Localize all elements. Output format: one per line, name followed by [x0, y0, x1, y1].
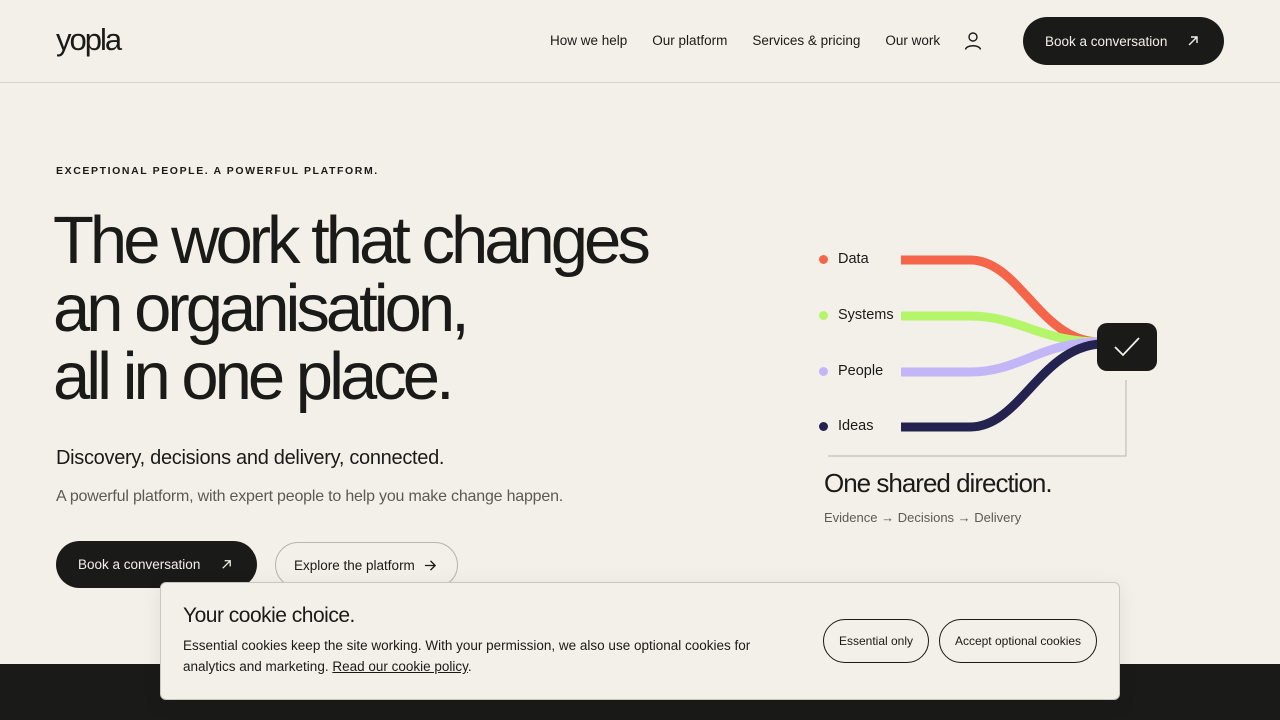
main-nav: How we help Our platform Services & pric…: [550, 33, 965, 48]
hero-lede: A powerful platform, with expert people …: [56, 488, 564, 505]
user-icon[interactable]: [963, 31, 983, 51]
nav-our-work[interactable]: Our work: [885, 33, 940, 48]
cookie-banner: Your cookie choice. Essential cookies ke…: [160, 582, 1120, 700]
legend-label: Ideas: [838, 418, 874, 434]
book-conversation-label: Book a conversation: [1045, 33, 1168, 49]
cookie-policy-link[interactable]: Read our cookie policy: [332, 659, 468, 674]
check-badge: [1097, 323, 1157, 371]
logo[interactable]: yopla: [56, 22, 122, 58]
headline-line-2: an organisation,: [53, 271, 470, 346]
diagram-title: One shared direction.: [824, 468, 1053, 498]
nav-our-platform[interactable]: Our platform: [652, 33, 727, 48]
legend-label: People: [838, 363, 884, 379]
site-header: yopla How we help Our platform Services …: [0, 0, 1280, 83]
arrow-up-right-icon: [1188, 36, 1198, 46]
convergence-diagram: Data Systems People Ideas: [800, 230, 1200, 470]
book-conversation-button[interactable]: Book a conversation: [1023, 17, 1224, 65]
legend-dot: [819, 254, 828, 264]
headline-line-3: all in one place.: [53, 339, 455, 414]
nav-services-pricing[interactable]: Services & pricing: [752, 33, 860, 48]
hero-book-conversation-button[interactable]: Book a conversation: [56, 541, 257, 588]
headline-line-1: The work that changes: [53, 203, 651, 278]
flow-line-systems: [901, 311, 1101, 347]
hero-subhead: Discovery, decisions and delivery, conne…: [56, 447, 445, 469]
arrow-right-icon: [424, 560, 437, 571]
arrow-up-right-icon: [222, 560, 231, 569]
cookie-title: Your cookie choice.: [183, 604, 355, 627]
legend-dot: [819, 421, 828, 431]
hero-eyebrow: EXCEPTIONAL PEOPLE. A POWERFUL PLATFORM.: [56, 165, 379, 177]
legend-item-people: People: [819, 363, 883, 379]
cookie-text-end: .: [467, 659, 472, 674]
essential-only-button[interactable]: Essential only: [823, 619, 929, 663]
flow-line-data: [901, 255, 1101, 347]
diagram-subtitle: Evidence → Decisions → Delivery: [824, 510, 1022, 525]
nav-how-we-help[interactable]: How we help: [550, 33, 627, 48]
legend-label: Data: [838, 251, 869, 267]
legend-dot: [819, 310, 828, 320]
hero-book-conversation-label: Book a conversation: [78, 557, 201, 572]
cookie-text: Essential cookies keep the site working.…: [183, 635, 803, 677]
legend-item-ideas: Ideas: [819, 418, 873, 434]
accept-optional-cookies-button[interactable]: Accept optional cookies: [939, 619, 1097, 663]
legend-label: Systems: [838, 307, 894, 323]
explore-platform-label: Explore the platform: [294, 557, 415, 573]
flow-line-ideas: [901, 339, 1101, 432]
legend-item-systems: Systems: [819, 307, 894, 323]
legend-dot: [819, 366, 828, 376]
legend-item-data: Data: [819, 251, 869, 267]
hero-headline: The work that changes an organisation, a…: [53, 207, 713, 411]
checkmark-icon: [1114, 337, 1140, 357]
